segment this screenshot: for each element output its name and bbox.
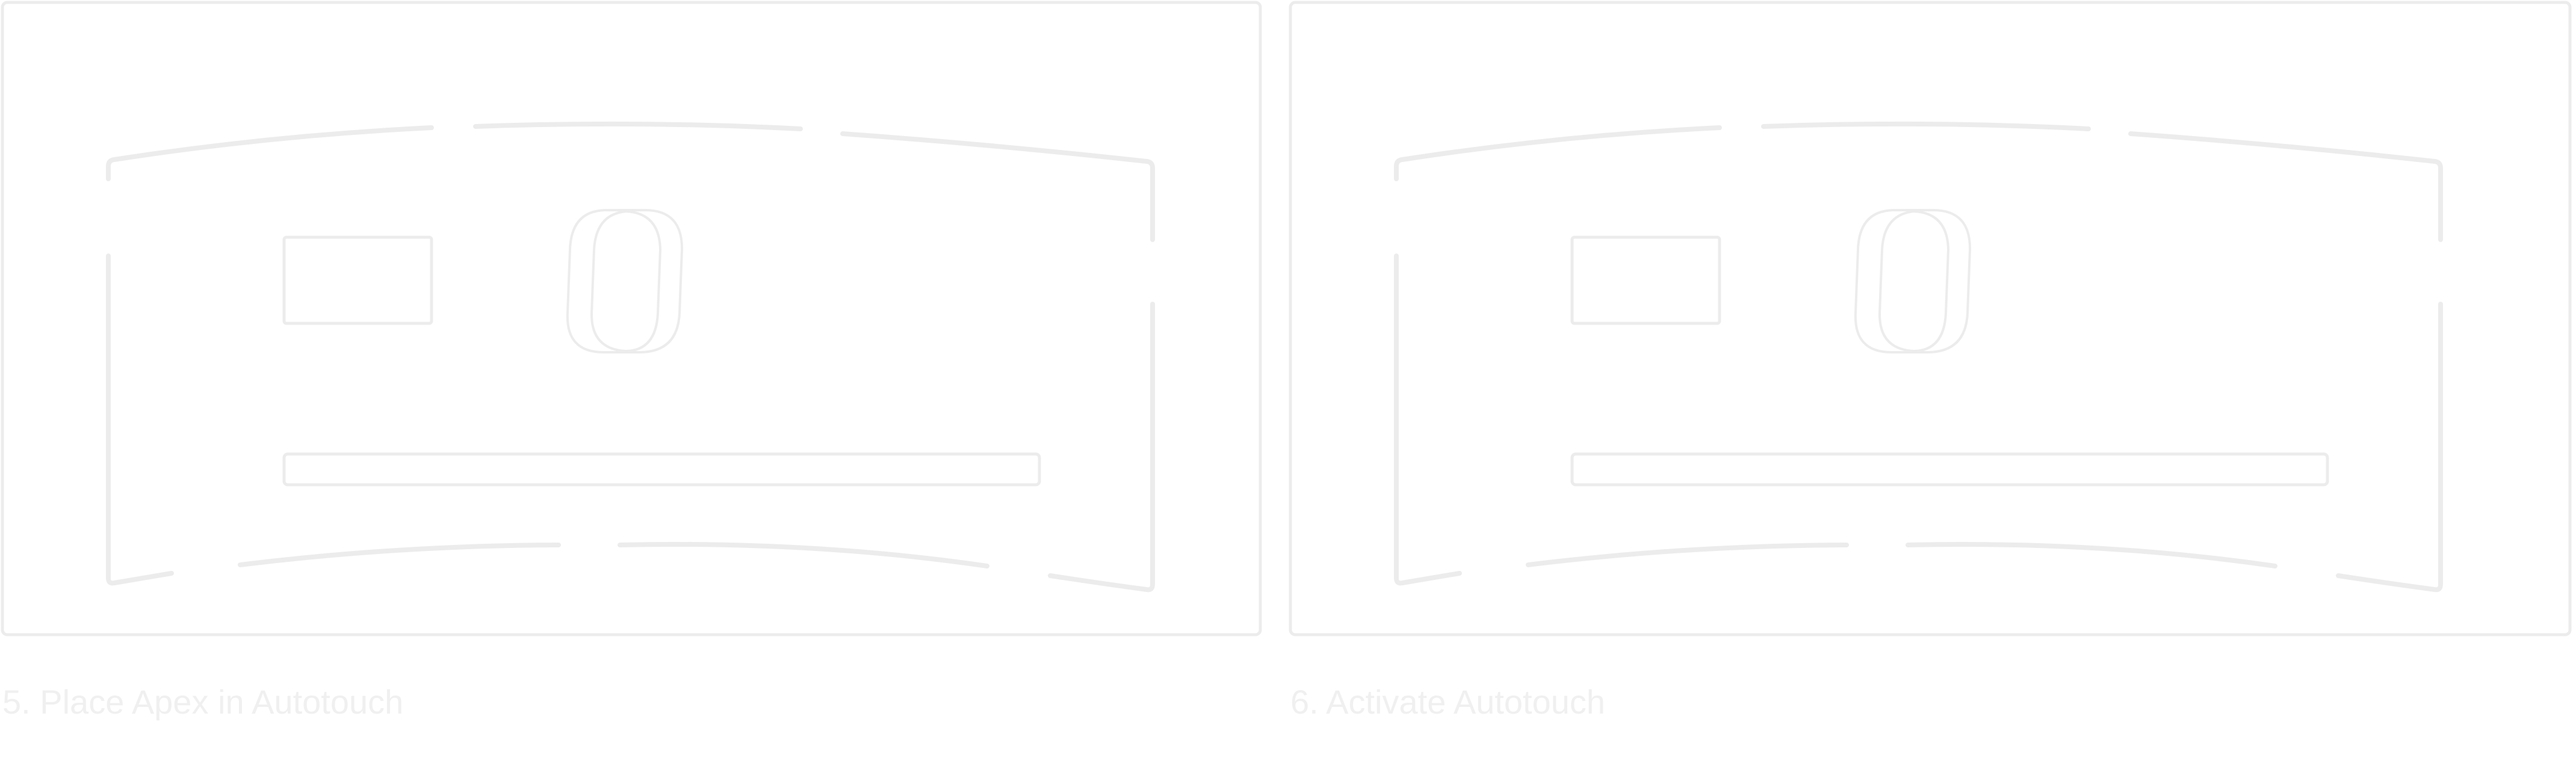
step-5-caption: 5. Place Apex in Autotouch: [2, 683, 404, 721]
step-6-caption: 6. Activate Autotouch: [1290, 683, 1606, 721]
apex-slot-bar: [1570, 452, 2329, 487]
apex-slot-bar: [282, 452, 1041, 487]
apex-in-autotouch-illustration: [1, 1, 1262, 636]
step-6-panel: 6. Activate Autotouch: [1288, 0, 2576, 778]
apex-device-icon: [1854, 209, 1972, 353]
apex-device-icon: [566, 209, 684, 353]
autotouch-frame: [1289, 1, 2572, 636]
activate-autotouch-illustration: [1289, 1, 2572, 636]
dashed-rounded-outline: [1394, 121, 2443, 593]
dashed-rounded-outline: [106, 121, 1155, 593]
label-slot: [282, 235, 433, 325]
autotouch-frame: [1, 1, 1262, 636]
label-slot: [1570, 235, 1721, 325]
step-5-panel: 5. Place Apex in Autotouch: [0, 0, 1288, 778]
